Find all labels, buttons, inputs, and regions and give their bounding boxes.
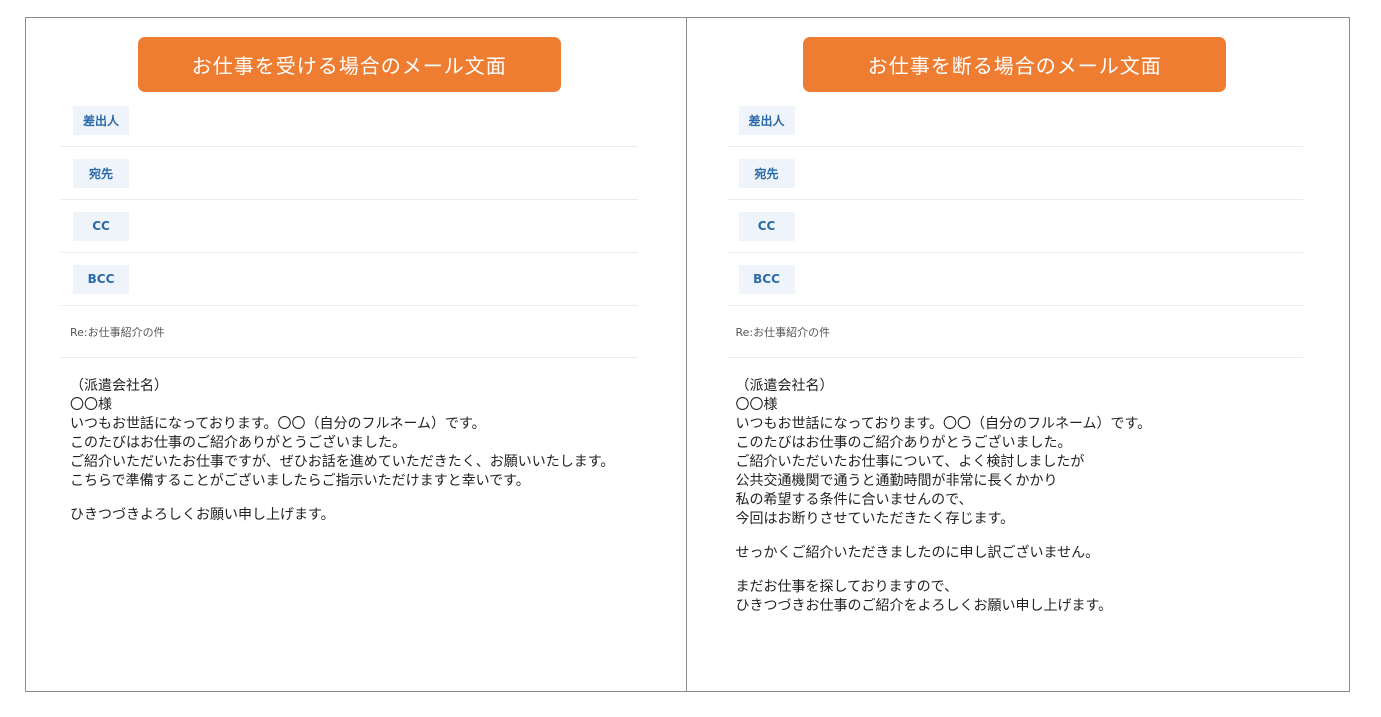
- body-line: ご紹介いただいたお仕事ですが、ぜひお話を進めていただきたく、お願いいたします。: [70, 454, 615, 470]
- body-line: 〇〇様: [70, 397, 112, 413]
- body-line: こちらで準備することがございましたらご指示いただけますと幸いです。: [70, 473, 530, 489]
- body-line: 今回はお断りさせていただきたく存じます。: [735, 511, 1015, 527]
- body-line: いつもお世話になっております。〇〇（自分のフルネーム）です。: [735, 416, 1152, 432]
- body-line: いつもお世話になっております。〇〇（自分のフルネーム）です。: [70, 416, 486, 432]
- from-field: 差出人: [726, 94, 1303, 147]
- email-body: （派遣会社名） 〇〇様 いつもお世話になっております。〇〇（自分のフルネーム）で…: [727, 358, 1304, 616]
- body-line: せっかくご紹介いただきましたのに申し訳ございません。: [735, 545, 1100, 561]
- from-label: 差出人: [738, 105, 795, 135]
- email-body: （派遣会社名） 〇〇様 いつもお世話になっております。〇〇（自分のフルネーム）で…: [61, 358, 638, 525]
- cc-label: CC: [738, 211, 795, 241]
- cc-label: CC: [73, 211, 129, 241]
- body-line: ひきつづきお仕事のご紹介をよろしくお願い申し上げます。: [735, 598, 1113, 614]
- cc-field: CC: [726, 200, 1303, 253]
- body-line: このたびはお仕事のご紹介ありがとうございました。: [70, 435, 406, 451]
- subject-line: Re:お仕事紹介の件: [726, 306, 1303, 358]
- accept-title-wrap: お仕事を受ける場合のメール文面: [61, 18, 638, 94]
- bcc-field: BCC: [61, 253, 638, 306]
- body-line: このたびはお仕事のご紹介ありがとうございました。: [735, 435, 1072, 451]
- subject-line: Re:お仕事紹介の件: [61, 306, 638, 358]
- body-line: 公共交通機関で通うと通勤時間が非常に長くかかり: [735, 473, 1058, 489]
- to-field: 宛先: [61, 147, 638, 200]
- body-line: ご紹介いただいたお仕事について、よく検討しましたが: [735, 454, 1085, 470]
- body-line: まだお仕事を探しておりますので、: [735, 579, 959, 595]
- to-label: 宛先: [73, 158, 129, 188]
- bcc-field: BCC: [726, 253, 1303, 306]
- comparison-frame: お仕事を受ける場合のメール文面 差出人 宛先 CC BCC Re:お仕事紹介の件…: [25, 17, 1350, 692]
- accept-email-panel: お仕事を受ける場合のメール文面 差出人 宛先 CC BCC Re:お仕事紹介の件…: [26, 18, 687, 691]
- body-line: （派遣会社名）: [70, 378, 168, 394]
- decline-title-wrap: お仕事を断る場合のメール文面: [727, 18, 1304, 94]
- body-line: 〇〇様: [735, 397, 778, 413]
- decline-title-banner: お仕事を断る場合のメール文面: [803, 37, 1227, 92]
- bcc-label: BCC: [73, 264, 129, 294]
- to-field: 宛先: [726, 147, 1303, 200]
- body-line: ひきつづきよろしくお願い申し上げます。: [70, 507, 335, 523]
- body-line: 私の希望する条件に合いませんので、: [735, 492, 973, 508]
- accept-title-banner: お仕事を受ける場合のメール文面: [137, 37, 561, 92]
- cc-field: CC: [61, 200, 638, 253]
- body-line: （派遣会社名）: [735, 378, 834, 394]
- from-label: 差出人: [73, 105, 130, 135]
- bcc-label: BCC: [738, 264, 795, 294]
- from-field: 差出人: [61, 94, 638, 147]
- to-label: 宛先: [738, 158, 795, 188]
- decline-email-panel: お仕事を断る場合のメール文面 差出人 宛先 CC BCC Re:お仕事紹介の件 …: [687, 18, 1350, 691]
